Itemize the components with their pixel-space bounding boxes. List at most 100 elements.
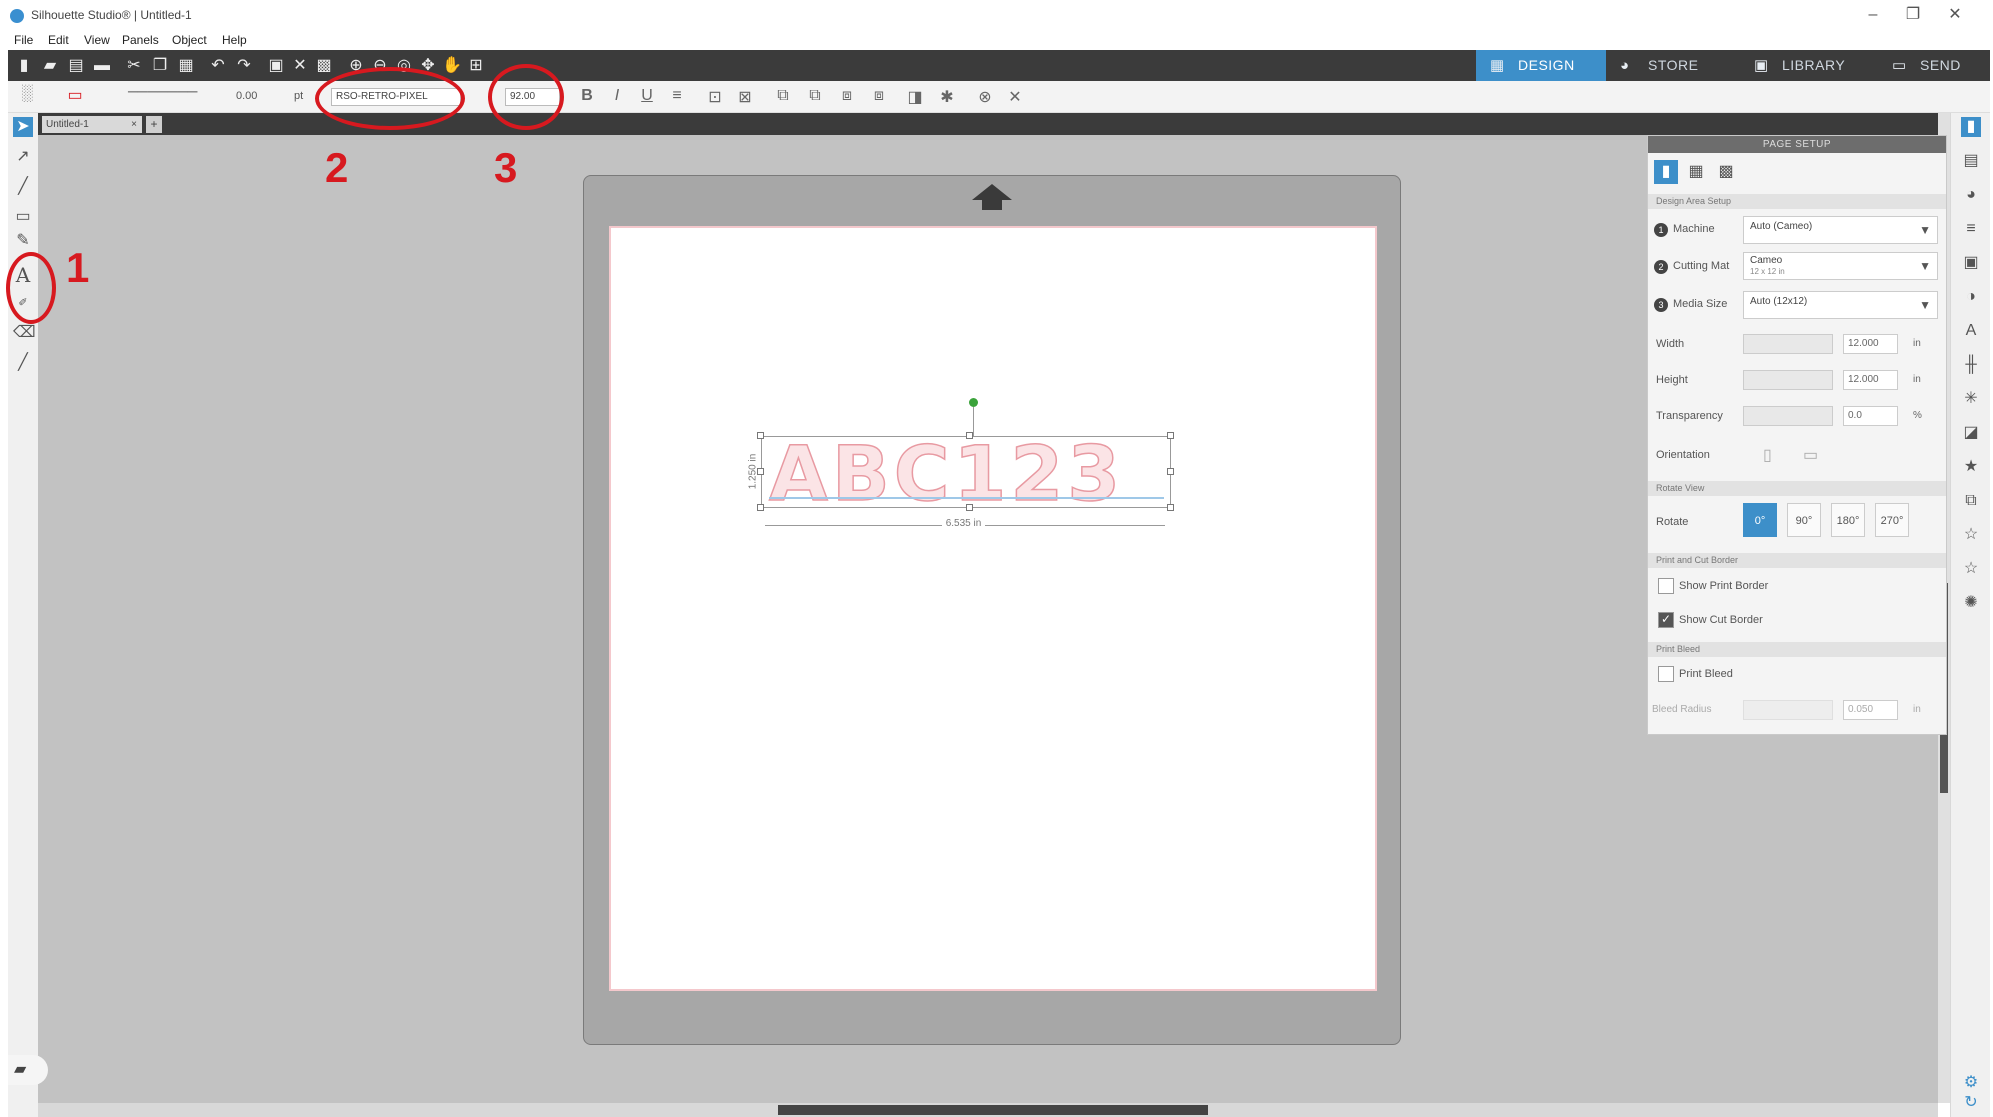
- document-tab[interactable]: Untitled-1 ×: [42, 116, 142, 133]
- text-to-path-icon[interactable]: ⊠: [734, 87, 756, 107]
- italic-icon[interactable]: I: [606, 87, 628, 105]
- replicate-icon[interactable]: ✳: [1961, 389, 1981, 409]
- tab-store[interactable]: ◕ STORE: [1606, 50, 1726, 81]
- design-page[interactable]: ABC123 6.535 in 1.250 in: [609, 226, 1377, 991]
- send-panel-icon[interactable]: ▤: [1961, 151, 1981, 171]
- text-frame-icon[interactable]: ⊡: [704, 87, 726, 107]
- library-toggle-button[interactable]: ▰: [8, 1055, 48, 1085]
- page-setup-icon[interactable]: ▮: [1961, 117, 1981, 137]
- bold-icon[interactable]: B: [576, 87, 598, 105]
- show-print-border-checkbox[interactable]: [1658, 578, 1674, 594]
- refresh-icon[interactable]: ↻: [1961, 1093, 1981, 1113]
- media-size-select[interactable]: Auto (12x12) ▼: [1743, 291, 1938, 319]
- width-input[interactable]: 12.000: [1843, 334, 1898, 354]
- edit-points-icon[interactable]: ↗: [13, 147, 33, 167]
- transparency-icon[interactable]: ◑: [1961, 287, 1981, 307]
- print-bleed-checkbox[interactable]: [1658, 666, 1674, 682]
- knife-tool-icon[interactable]: ╱: [13, 353, 33, 373]
- menu-panels[interactable]: Panels: [122, 33, 159, 47]
- horizontal-scroll-thumb[interactable]: [778, 1105, 1208, 1115]
- panel-title[interactable]: PAGE SETUP: [1648, 136, 1946, 153]
- line-style-icon[interactable]: ≡: [1961, 219, 1981, 239]
- resize-handle-tl[interactable]: [757, 432, 764, 439]
- close-toolbar-icon[interactable]: ✕: [1004, 87, 1026, 107]
- panel-tab-page-icon[interactable]: ▮: [1654, 160, 1678, 184]
- tab-send[interactable]: ▭ SEND: [1878, 50, 1988, 81]
- transparency-slider[interactable]: [1743, 406, 1833, 426]
- print-icon[interactable]: ▬: [92, 56, 112, 76]
- line-width-value[interactable]: 0.00: [236, 90, 257, 102]
- add-document-button[interactable]: +: [146, 116, 162, 133]
- align-icon[interactable]: ≡: [666, 87, 688, 105]
- portrait-icon[interactable]: ▯: [1763, 445, 1772, 465]
- sketch-icon[interactable]: ☆: [1961, 525, 1981, 545]
- text-style-icon[interactable]: A: [1961, 321, 1981, 341]
- hand-icon[interactable]: ✋: [442, 56, 462, 76]
- bleed-radius-input[interactable]: 0.050: [1843, 700, 1898, 720]
- close-button[interactable]: ✕: [1940, 4, 1970, 26]
- delete-icon[interactable]: ▩: [314, 56, 334, 76]
- menu-edit[interactable]: Edit: [48, 33, 69, 47]
- rotate-180-button[interactable]: 180°: [1831, 503, 1865, 537]
- panel-tab-bg-icon[interactable]: ▩: [1714, 160, 1738, 184]
- height-slider[interactable]: [1743, 370, 1833, 390]
- line-color-icon[interactable]: ▭: [64, 85, 86, 105]
- send-back-icon[interactable]: ⧈: [868, 87, 890, 105]
- bring-front-icon[interactable]: ⧈: [836, 87, 858, 105]
- redo-icon[interactable]: ↷: [234, 56, 254, 76]
- minimize-button[interactable]: –: [1858, 4, 1888, 26]
- open-folder-icon[interactable]: ▰: [40, 56, 60, 76]
- pixscan-icon[interactable]: ✺: [1961, 593, 1981, 613]
- copy-icon[interactable]: ❐: [150, 56, 170, 76]
- undo-icon[interactable]: ↶: [208, 56, 228, 76]
- cutting-mat-select[interactable]: Cameo 12 x 12 in ▼: [1743, 252, 1938, 280]
- width-slider[interactable]: [1743, 334, 1833, 354]
- fill-color-icon[interactable]: ◕: [1961, 185, 1981, 205]
- weld-icon[interactable]: ◨: [904, 87, 926, 107]
- show-cut-border-checkbox[interactable]: [1658, 612, 1674, 628]
- modify-icon[interactable]: ◪: [1961, 423, 1981, 443]
- machine-select[interactable]: Auto (Cameo) ▼: [1743, 216, 1938, 244]
- landscape-icon[interactable]: ▭: [1803, 445, 1818, 465]
- rotate-90-button[interactable]: 90°: [1787, 503, 1821, 537]
- trace-panel-icon[interactable]: ⧉: [1961, 491, 1981, 511]
- settings-gear-icon[interactable]: ⚙: [1961, 1073, 1981, 1093]
- fill-swatch-icon[interactable]: ░: [16, 85, 38, 103]
- select-all-icon[interactable]: ▣: [266, 56, 286, 76]
- restore-button[interactable]: ❐: [1898, 4, 1928, 26]
- rotate-handle[interactable]: [969, 398, 978, 407]
- resize-handle-tr[interactable]: [1167, 432, 1174, 439]
- rhinestone-icon[interactable]: ☆: [1961, 559, 1981, 579]
- menu-view[interactable]: View: [84, 33, 110, 47]
- rotate-0-button[interactable]: 0°: [1743, 503, 1777, 537]
- transparency-input[interactable]: 0.0: [1843, 406, 1898, 426]
- resize-handle-bl[interactable]: [757, 504, 764, 511]
- star-shape-icon[interactable]: ✱: [936, 87, 958, 107]
- tab-design[interactable]: ▦ DESIGN: [1476, 50, 1606, 81]
- offset-icon[interactable]: ★: [1961, 457, 1981, 477]
- tab-library[interactable]: ▣ LIBRARY: [1740, 50, 1870, 81]
- resize-handle-br[interactable]: [1167, 504, 1174, 511]
- rectangle-tool-icon[interactable]: ▭: [13, 207, 33, 227]
- deselect-icon[interactable]: ✕: [290, 56, 310, 76]
- horizontal-scrollbar[interactable]: [38, 1103, 1938, 1117]
- menu-object[interactable]: Object: [172, 33, 207, 47]
- align-panel-icon[interactable]: ╫: [1961, 355, 1981, 375]
- image-effects-icon[interactable]: ▣: [1961, 253, 1981, 273]
- panel-tab-grid-icon[interactable]: ▦: [1684, 160, 1708, 184]
- paste-icon[interactable]: ▦: [176, 56, 196, 76]
- pencil-tool-icon[interactable]: ✎: [13, 231, 33, 251]
- menu-help[interactable]: Help: [222, 33, 247, 47]
- eraser-tool-icon[interactable]: ⌫: [13, 323, 36, 343]
- rotate-270-button[interactable]: 270°: [1875, 503, 1909, 537]
- menu-file[interactable]: File: [14, 33, 33, 47]
- line-style-preview[interactable]: ───────: [128, 83, 197, 99]
- save-icon[interactable]: ▤: [66, 56, 86, 76]
- resize-handle-r[interactable]: [1167, 468, 1174, 475]
- bleed-radius-slider[interactable]: [1743, 700, 1833, 720]
- cut-icon[interactable]: ✂: [124, 56, 144, 76]
- height-input[interactable]: 12.000: [1843, 370, 1898, 390]
- selected-text-object[interactable]: ABC123 6.535 in 1.250 in: [747, 396, 1176, 529]
- fit-page-icon[interactable]: ⊞: [466, 56, 486, 76]
- new-file-icon[interactable]: ▮: [14, 56, 34, 76]
